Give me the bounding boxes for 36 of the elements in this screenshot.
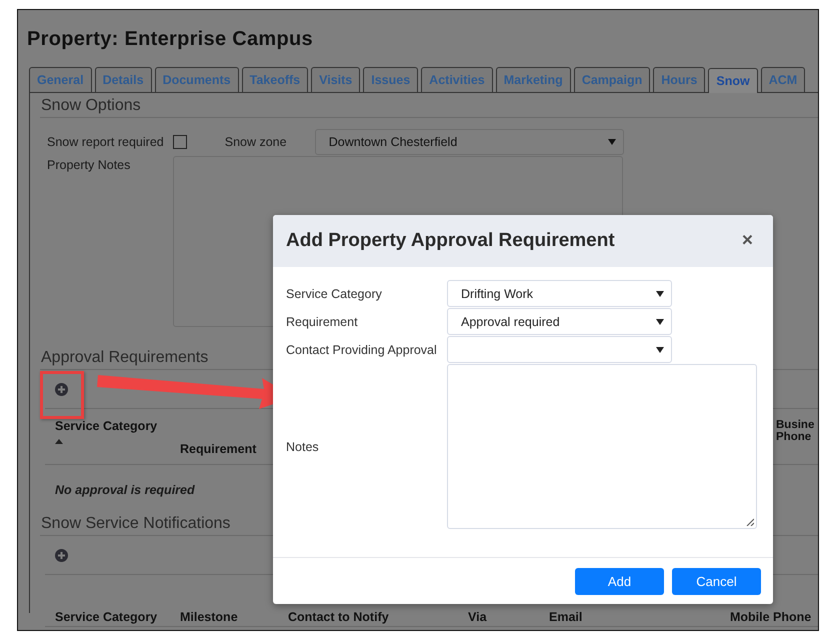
- field-label: Requirement: [286, 314, 359, 328]
- column-header[interactable]: Service Category: [45, 409, 170, 444]
- dialog-button[interactable]: Cancel: [672, 568, 761, 594]
- checkbox[interactable]: [172, 135, 187, 149]
- column-header[interactable]: Contact to Notify: [278, 610, 458, 624]
- field-label: Snow zone: [224, 135, 288, 149]
- add-icon[interactable]: [55, 548, 68, 562]
- dialog-button[interactable]: Add: [575, 568, 664, 594]
- caret-icon: [656, 290, 664, 296]
- column-header[interactable]: Email: [539, 610, 720, 624]
- select-field[interactable]: Drifting Work: [447, 280, 672, 307]
- highlight-box: [40, 371, 84, 419]
- tab[interactable]: Snow: [708, 68, 758, 93]
- dialog-title: Add Property Approval Requirement: [286, 230, 615, 252]
- select-field[interactable]: Downtown Chesterfield: [314, 129, 624, 155]
- column-header[interactable]: Via: [458, 610, 539, 624]
- caret-icon: [608, 139, 616, 145]
- field-label: Notes: [286, 440, 320, 454]
- section-heading: Snow Options: [40, 93, 818, 118]
- page-title: Property: Enterprise Campus: [26, 27, 314, 51]
- column-header[interactable]: Milestone: [170, 610, 278, 624]
- column-header[interactable]: Service Category: [45, 610, 170, 624]
- field-label: Snow report required: [47, 135, 164, 149]
- caret-icon: [656, 346, 664, 352]
- field-label: Property Notes: [47, 157, 132, 172]
- resize-grip-icon[interactable]: [746, 518, 754, 526]
- select-field[interactable]: [447, 336, 672, 363]
- close-button[interactable]: ×: [742, 230, 753, 252]
- column-header[interactable]: Mobile Phone: [720, 610, 815, 624]
- empty-message: No approval is required: [54, 482, 196, 499]
- caret-icon: [656, 318, 664, 324]
- field-label: Contact Providing Approval: [286, 342, 438, 356]
- field-label: Service Category: [286, 286, 383, 300]
- column-header[interactable]: Busine Phone: [772, 409, 818, 443]
- add-icon[interactable]: [55, 382, 68, 396]
- select-field[interactable]: Approval required: [447, 308, 672, 335]
